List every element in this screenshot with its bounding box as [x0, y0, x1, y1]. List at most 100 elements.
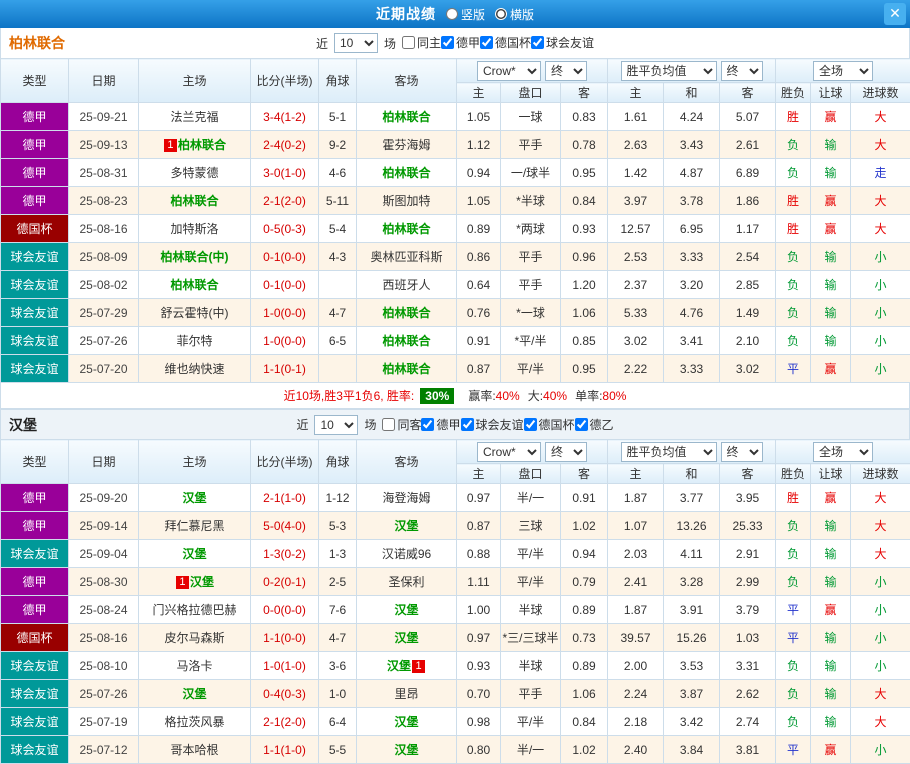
home-team-name[interactable]: 汉堡 — [182, 687, 206, 701]
avg-metric-select[interactable]: 胜平负均值 — [621, 442, 717, 462]
away-team-name[interactable]: 奥林匹亚科斯 — [370, 250, 442, 264]
home-team-name[interactable]: 柏林联合 — [178, 138, 226, 152]
match-scope-select[interactable]: 全场 — [813, 61, 873, 81]
away-team-name[interactable]: 里昂 — [394, 687, 418, 701]
avg-period-select[interactable]: 终 — [721, 442, 763, 462]
match-score[interactable]: 1-0(1-0) — [251, 652, 319, 680]
match-score[interactable]: 1-0(0-0) — [251, 327, 319, 355]
filter-option[interactable]: 同主 — [402, 34, 441, 51]
away-team-name[interactable]: 柏林联合 — [382, 110, 430, 124]
away-team-name[interactable]: 柏林联合 — [382, 362, 430, 376]
match-score[interactable]: 0-2(0-1) — [251, 568, 319, 596]
filter-option[interactable]: 德甲 — [421, 416, 460, 433]
home-team-name[interactable]: 马洛卡 — [176, 659, 212, 673]
filter-option[interactable]: 球会友谊 — [461, 416, 524, 433]
match-score[interactable]: 2-1(1-0) — [251, 484, 319, 512]
filter-checkbox[interactable] — [575, 418, 588, 431]
home-team-name[interactable]: 门兴格拉德巴赫 — [152, 603, 236, 617]
home-team-name[interactable]: 加特斯洛 — [170, 222, 218, 236]
match-score[interactable]: 2-1(2-0) — [251, 708, 319, 736]
away-team-name[interactable]: 汉堡 — [394, 519, 418, 533]
filter-option[interactable]: 德国杯 — [480, 34, 531, 51]
close-icon[interactable]: ✕ — [884, 3, 906, 25]
away-team-name[interactable]: 斯图加特 — [382, 194, 430, 208]
match-score[interactable]: 0-1(0-0) — [251, 243, 319, 271]
home-team-name[interactable]: 格拉茨风暴 — [164, 715, 224, 729]
match-score[interactable]: 0-0(0-0) — [251, 596, 319, 624]
match-date: 25-07-26 — [69, 680, 139, 708]
home-team-name[interactable]: 柏林联合(中) — [161, 250, 229, 264]
filter-checkbox[interactable] — [441, 36, 454, 49]
filter-checkbox[interactable] — [480, 36, 493, 49]
home-team-name[interactable]: 维也纳快速 — [164, 362, 224, 376]
away-team-name[interactable]: 柏林联合 — [382, 306, 430, 320]
filter-option[interactable]: 球会友谊 — [531, 34, 594, 51]
team-name[interactable]: 汉堡 — [9, 415, 37, 435]
away-team-name[interactable]: 汉堡 — [387, 659, 411, 673]
home-team-name[interactable]: 多特蒙德 — [170, 166, 218, 180]
home-team-name[interactable]: 拜仁慕尼黑 — [164, 519, 224, 533]
odds-company-select[interactable]: Crow* — [477, 442, 541, 462]
away-team-name[interactable]: 柏林联合 — [382, 222, 430, 236]
home-team-name[interactable]: 汉堡 — [182, 491, 206, 505]
filter-checkbox[interactable] — [421, 418, 434, 431]
match-score[interactable]: 2-1(2-0) — [251, 187, 319, 215]
filter-checkbox[interactable] — [402, 36, 415, 49]
games-count-select[interactable]: 10 — [314, 415, 358, 435]
match-score[interactable]: 0-1(0-0) — [251, 271, 319, 299]
away-team-name[interactable]: 柏林联合 — [382, 166, 430, 180]
away-team-name[interactable]: 西班牙人 — [382, 278, 430, 292]
filter-checkbox[interactable] — [382, 418, 395, 431]
match-score[interactable]: 1-1(0-1) — [251, 355, 319, 383]
match-score[interactable]: 0-4(0-3) — [251, 680, 319, 708]
home-team-name[interactable]: 舒云霍特(中) — [161, 306, 229, 320]
away-team-name[interactable]: 汉堡 — [394, 631, 418, 645]
away-team-name[interactable]: 汉堡 — [394, 715, 418, 729]
filter-option[interactable]: 德甲 — [441, 34, 480, 51]
away-team-name[interactable]: 圣保利 — [388, 575, 424, 589]
match-scope-select[interactable]: 全场 — [813, 442, 873, 462]
match-score[interactable]: 0-5(0-3) — [251, 215, 319, 243]
team-name[interactable]: 柏林联合 — [9, 33, 65, 53]
avg-metric-select[interactable]: 胜平负均值 — [621, 61, 717, 81]
match-score[interactable]: 1-0(0-0) — [251, 299, 319, 327]
odds-period-select[interactable]: 终 — [545, 442, 587, 462]
match-score[interactable]: 3-4(1-2) — [251, 103, 319, 131]
match-score[interactable]: 1-3(0-2) — [251, 540, 319, 568]
games-count-select[interactable]: 10 — [334, 33, 378, 53]
filter-option[interactable]: 德乙 — [575, 416, 614, 433]
away-team-name[interactable]: 汉堡 — [394, 603, 418, 617]
home-team-name[interactable]: 哥本哈根 — [170, 743, 218, 757]
away-team-name[interactable]: 汉诺威96 — [382, 547, 431, 561]
match-score[interactable]: 2-4(0-2) — [251, 131, 319, 159]
filter-checkbox[interactable] — [531, 36, 544, 49]
odds-company-select[interactable]: Crow* — [477, 61, 541, 81]
filter-option[interactable]: 同客 — [382, 416, 421, 433]
home-team-name[interactable]: 皮尔马森斯 — [164, 631, 224, 645]
away-team-name[interactable]: 霍芬海姆 — [382, 138, 430, 152]
home-team-name[interactable]: 法兰克福 — [170, 110, 218, 124]
view-vertical-radio[interactable] — [446, 8, 458, 20]
handicap-result-flag: 赢 — [811, 355, 851, 383]
away-team-name[interactable]: 海登海姆 — [382, 491, 430, 505]
view-option-horizontal[interactable]: 横版 — [495, 6, 534, 23]
away-team-name[interactable]: 汉堡 — [394, 743, 418, 757]
view-option-vertical[interactable]: 竖版 — [446, 6, 485, 23]
home-team-name[interactable]: 柏林联合 — [170, 278, 218, 292]
avg-period-select[interactable]: 终 — [721, 61, 763, 81]
match-score[interactable]: 1-1(0-0) — [251, 624, 319, 652]
away-team-name[interactable]: 柏林联合 — [382, 334, 430, 348]
home-team-name[interactable]: 菲尔特 — [176, 334, 212, 348]
home-team-name[interactable]: 汉堡 — [182, 547, 206, 561]
match-score[interactable]: 1-1(1-0) — [251, 736, 319, 764]
filter-checkbox[interactable] — [461, 418, 474, 431]
home-team-name[interactable]: 汉堡 — [190, 575, 214, 589]
filter-option[interactable]: 德国杯 — [524, 416, 575, 433]
match-score[interactable]: 5-0(4-0) — [251, 512, 319, 540]
avg-away-odds: 3.79 — [720, 596, 776, 624]
home-team-name[interactable]: 柏林联合 — [170, 194, 218, 208]
match-score[interactable]: 3-0(1-0) — [251, 159, 319, 187]
odds-period-select[interactable]: 终 — [545, 61, 587, 81]
view-horizontal-radio[interactable] — [495, 8, 507, 20]
filter-checkbox[interactable] — [524, 418, 537, 431]
